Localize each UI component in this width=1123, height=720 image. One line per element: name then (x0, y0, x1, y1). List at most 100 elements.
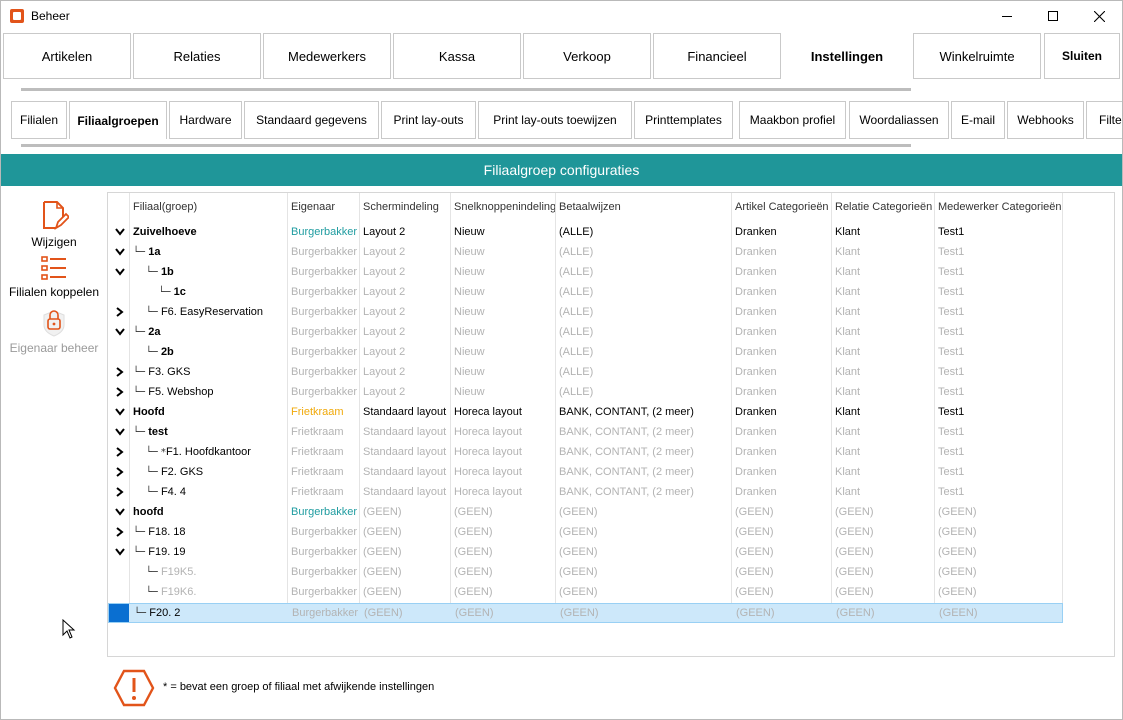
subtab-maakbon-profiel[interactable]: Maakbon profiel (739, 101, 846, 139)
table-row[interactable]: └─ *F1. Hoofdkantoor Frietkraam Standaard … (108, 443, 1063, 463)
column-header-betaalwijzen[interactable]: Betaalwijzen (559, 201, 621, 213)
row-name: 1b (160, 266, 174, 278)
eigenaar-beheer-button[interactable]: Eigenaar beheer (1, 307, 107, 355)
chevron-down-icon[interactable] (113, 225, 127, 239)
chevron-right-icon[interactable] (113, 445, 127, 459)
minimize-button[interactable] (984, 1, 1030, 31)
tab-verkoop[interactable]: Verkoop (523, 33, 651, 79)
column-header-artikel[interactable]: Artikel Categorieën (735, 201, 829, 213)
cell-betaal: (GEEN) (560, 607, 599, 619)
tree-connector: └─ (133, 487, 161, 498)
sluiten-button[interactable]: Sluiten (1044, 33, 1120, 79)
table-row[interactable]: └─ 1a Burgerbakker Layout 2 Nieuw (ALLE) Dran… (108, 243, 1063, 263)
tab-instellingen[interactable]: Instellingen (783, 33, 911, 79)
table-row[interactable]: └─ F5. Webshop Burgerbakker Layout 2 Nieuw (… (108, 383, 1063, 403)
filiaalgroep-grid[interactable]: Filiaal(groep) Eigenaar Schermindeling S… (107, 192, 1115, 657)
cell-scherm: Standaard layout (363, 426, 447, 438)
cell-rel: Klant (835, 346, 861, 358)
chevron-down-icon[interactable] (113, 545, 127, 559)
tab-artikelen[interactable]: Artikelen (3, 33, 131, 79)
table-row[interactable]: └─ F3. GKS Burgerbakker Layout 2 Nieuw (ALLE… (108, 363, 1063, 383)
cell-art: Dranken (735, 246, 777, 258)
cell-scherm: Standaard layout (363, 486, 447, 498)
close-button[interactable] (1076, 1, 1122, 31)
wijzigen-button[interactable]: Wijzigen (1, 199, 107, 249)
cell-owner: Burgerbakker (291, 306, 358, 318)
chevron-down-icon[interactable] (113, 265, 127, 279)
chevron-down-icon[interactable] (113, 245, 127, 259)
cell-rel: Klant (835, 246, 861, 258)
table-row[interactable]: hoofd Burgerbakker (GEEN) (GEEN) (GEEN) (GEEN… (108, 503, 1063, 523)
tab-financieel[interactable]: Financieel (653, 33, 781, 79)
table-row[interactable]: └─ F2. GKS Frietkraam Standaard layout Hore… (108, 463, 1063, 483)
tab-winkelruimte[interactable]: Winkelruimte (913, 33, 1041, 79)
subtab-filiaalgroepen[interactable]: Filiaalgroepen (69, 101, 167, 139)
subtab-filialen[interactable]: Filialen (11, 101, 67, 139)
subtab-print-layouts[interactable]: Print lay-outs (381, 101, 476, 139)
tab-relaties[interactable]: Relaties (133, 33, 261, 79)
table-row[interactable]: └─ F4. 4 Frietkraam Standaard layout Horeca… (108, 483, 1063, 503)
table-row[interactable]: └─ F19K5. Burgerbakker (GEEN) (GEEN) (GEEN) (… (108, 563, 1063, 583)
cell-betaal: BANK, CONTANT, (2 meer) (559, 406, 694, 418)
row-name: 2a (148, 326, 161, 338)
cell-filiaal: Hoofd (133, 406, 165, 418)
column-header-schermindeling[interactable]: Schermindeling (363, 201, 439, 213)
subtab-print-layouts-toewijzen[interactable]: Print lay-outs toewijzen (478, 101, 632, 139)
maximize-button[interactable] (1030, 1, 1076, 31)
cell-rel: Klant (835, 426, 861, 438)
table-row[interactable]: └─ test Frietkraam Standaard layout Horeca … (108, 423, 1063, 443)
subtab-email[interactable]: E-mail (951, 101, 1005, 139)
row-name: F19K6. (160, 586, 197, 598)
cell-art: (GEEN) (735, 566, 774, 578)
row-name: 1c (173, 286, 186, 298)
cell-med: Test1 (938, 286, 965, 298)
chevron-right-icon[interactable] (113, 305, 127, 319)
subtab-standaard-gegevens[interactable]: Standaard gegevens (244, 101, 379, 139)
subtab-printtemplates[interactable]: Printtemplates (634, 101, 733, 139)
subtab-webhooks[interactable]: Webhooks (1007, 101, 1084, 139)
table-row[interactable]: └─ F6. EasyReservation Burgerbakker Layout… (108, 303, 1063, 323)
cell-owner: Burgerbakker (291, 366, 358, 378)
row-name: Hoofd (133, 406, 165, 418)
table-row[interactable]: └─ F18. 18 Burgerbakker (GEEN) (GEEN) (GEEN)… (108, 523, 1063, 543)
tab-kassa[interactable]: Kassa (393, 33, 521, 79)
chevron-down-icon[interactable] (113, 405, 127, 419)
chevron-right-icon[interactable] (113, 365, 127, 379)
sub-tabs-scrollbar[interactable] (21, 144, 911, 147)
cell-snel: Nieuw (454, 326, 485, 338)
tree-connector: └─ * (133, 447, 166, 458)
main-tabs-scrollbar[interactable] (21, 88, 911, 91)
table-row[interactable]: Zuivelhoeve Burgerbakker Layout 2 Nieuw (ALL… (108, 223, 1063, 243)
subtab-filters[interactable]: Filte (1086, 101, 1122, 139)
subtab-woordaliassen[interactable]: Woordaliassen (849, 101, 949, 139)
cell-snel: Nieuw (454, 386, 485, 398)
table-row[interactable]: └─ 1c Burgerbakker Layout 2 Nieuw (ALLE) Dran… (108, 283, 1063, 303)
subtab-hardware[interactable]: Hardware (169, 101, 242, 139)
column-header-filiaal[interactable]: Filiaal(groep) (133, 201, 197, 213)
column-header-relatie[interactable]: Relatie Categorieën (835, 201, 932, 213)
chevron-down-icon[interactable] (113, 325, 127, 339)
column-header-eigenaar[interactable]: Eigenaar (291, 201, 335, 213)
table-row[interactable]: └─ 2a Burgerbakker Layout 2 Nieuw (ALLE) Dran… (108, 323, 1063, 343)
cell-scherm: Layout 2 (363, 346, 406, 358)
chevron-down-icon[interactable] (113, 505, 127, 519)
cell-rel: Klant (835, 326, 861, 338)
table-row[interactable]: └─ F19. 19 Burgerbakker (GEEN) (GEEN) (GEEN)… (108, 543, 1063, 563)
table-row[interactable]: └─ F20. 2 Burgerbakker (GEEN) (GEEN) (GEEN) (… (108, 603, 1063, 623)
chevron-right-icon[interactable] (113, 385, 127, 399)
chevron-right-icon[interactable] (113, 525, 127, 539)
wijzigen-label: Wijzigen (31, 235, 77, 249)
chevron-right-icon[interactable] (113, 465, 127, 479)
column-header-medewerker[interactable]: Medewerker Categorieën (938, 201, 1062, 213)
table-row[interactable]: └─ F19K6. Burgerbakker (GEEN) (GEEN) (GEEN) (… (108, 583, 1063, 603)
tab-medewerkers[interactable]: Medewerkers (263, 33, 391, 79)
cell-betaal: (GEEN) (559, 526, 598, 538)
cell-filiaal: └─ 1c (133, 286, 186, 298)
table-row[interactable]: └─ 1b Burgerbakker Layout 2 Nieuw (ALLE) Dran… (108, 263, 1063, 283)
table-row[interactable]: └─ 2b Burgerbakker Layout 2 Nieuw (ALLE) Dran… (108, 343, 1063, 363)
chevron-down-icon[interactable] (113, 425, 127, 439)
table-row[interactable]: Hoofd Frietkraam Standaard layout Horeca la… (108, 403, 1063, 423)
chevron-right-icon[interactable] (113, 485, 127, 499)
filialen-koppelen-button[interactable]: Filialen koppelen (1, 255, 107, 299)
column-header-snelknoppen[interactable]: Snelknoppenindeling (454, 201, 556, 213)
